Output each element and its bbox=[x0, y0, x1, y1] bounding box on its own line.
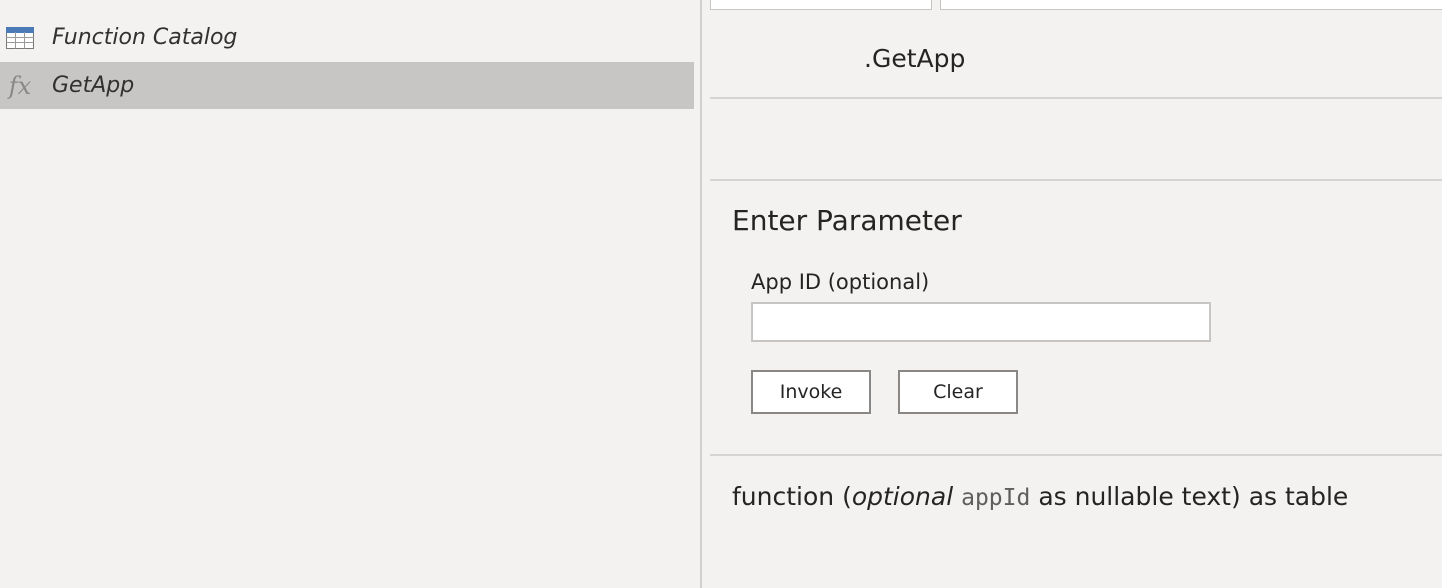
query-item-label: GetApp bbox=[52, 73, 135, 98]
signature-prefix: function ( bbox=[732, 482, 852, 511]
function-panel: .GetApp Enter Parameter App ID (optional… bbox=[702, 0, 1442, 588]
divider bbox=[710, 179, 1442, 181]
function-name: .GetApp bbox=[864, 44, 966, 73]
query-item-label: Function Catalog bbox=[52, 25, 238, 50]
divider bbox=[710, 97, 1442, 99]
parameter-label: App ID (optional) bbox=[751, 270, 930, 294]
signature-suffix: as nullable text) as table bbox=[1038, 482, 1349, 511]
app-id-input[interactable] bbox=[751, 302, 1211, 342]
queries-pane: Function Catalog fx GetApp bbox=[0, 0, 700, 588]
signature-optional-keyword: optional bbox=[851, 482, 954, 511]
signature-param-name: appId bbox=[961, 485, 1031, 511]
function-signature: function (optional appId as nullable tex… bbox=[732, 482, 1348, 511]
section-title: Enter Parameter bbox=[732, 204, 962, 237]
fx-icon: fx bbox=[8, 71, 32, 100]
query-item-function-catalog[interactable]: Function Catalog bbox=[0, 14, 694, 61]
clear-button[interactable]: Clear bbox=[898, 370, 1018, 414]
table-icon bbox=[6, 24, 34, 52]
query-item-getapp[interactable]: fx GetApp bbox=[0, 62, 694, 109]
toolbar-field-right[interactable] bbox=[940, 0, 1442, 10]
toolbar-field-left[interactable] bbox=[710, 0, 932, 10]
divider bbox=[710, 454, 1442, 456]
invoke-button[interactable]: Invoke bbox=[751, 370, 871, 414]
